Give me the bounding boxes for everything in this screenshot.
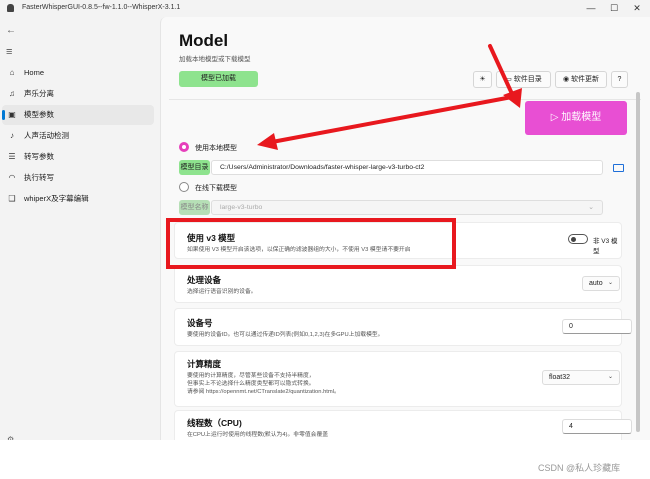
sidebar-item-label: whiperX及字幕编辑 xyxy=(24,194,89,203)
github-icon: ◉ xyxy=(562,76,570,83)
sidebar-item-label: 声乐分离 xyxy=(24,89,54,98)
device-id-input[interactable]: 0 xyxy=(562,319,632,334)
page-subtitle: 加载本地模型或下载模型 xyxy=(179,56,251,63)
app-icon xyxy=(7,4,14,12)
software-dir-button[interactable]: ▭ 软件目录 xyxy=(496,71,551,88)
vocal-separation-icon: ♫ xyxy=(9,89,15,98)
setting-desc: 在CPU上运行时使用的线程数(默认为4)。非零值会覆盖 xyxy=(187,432,329,438)
window-title: FasterWhisperGUI-0.8.5--fw-1.1.0--Whispe… xyxy=(22,4,181,11)
device-value: auto xyxy=(589,280,603,287)
model-loaded-status[interactable]: 模型已加载 xyxy=(179,71,258,87)
setting-card-device-id: 设备号 要使用的设备ID。也可以通过传递ID列表(例如0,1,2,3)在多GPU… xyxy=(174,308,632,346)
setting-title: 处理设备 xyxy=(187,275,222,285)
setting-desc-line: 请参阅 https://opennmt.net/CTranslate2/quan… xyxy=(187,389,340,395)
setting-card-precision: 计算精度 要使用的计算精度，尽管某些设备不支持半精度， 但事实上不论选择什么精度… xyxy=(174,351,622,407)
chevron-down-icon: ⌄ xyxy=(607,374,613,380)
threads-input[interactable]: 4 xyxy=(562,419,632,434)
setting-desc: 如果使用 V3 模型开启该选项，以保正确的滤波器组的大小，不使用 V3 模型请不… xyxy=(187,247,411,253)
sidebar-item-whisperx-subtitle[interactable]: ❑ whiperX及字幕编辑 xyxy=(2,189,154,209)
model-name-select: large-v3-turbo ⌄ xyxy=(211,200,603,215)
watermark: CSDN @私人珍藏库 xyxy=(538,463,621,473)
sidebar-item-label: 人声活动检测 xyxy=(24,131,69,140)
precision-select[interactable]: float32 ⌄ xyxy=(542,370,620,385)
subtitle-edit-icon: ❑ xyxy=(8,194,16,203)
online-model-label: 在线下载模型 xyxy=(195,185,237,192)
local-model-label: 使用本地模型 xyxy=(195,145,237,152)
model-name-button: 模型名称 xyxy=(179,200,210,215)
model-name-value: large-v3-turbo xyxy=(220,204,263,211)
minimize-button[interactable]: — xyxy=(584,2,598,14)
sidebar-item-model-params[interactable]: ▣ 模型参数 xyxy=(2,105,154,125)
setting-card-device: 处理设备 选择运行语音识别的设备。 auto ⌄ xyxy=(174,265,622,303)
help-button[interactable]: ? xyxy=(611,71,628,88)
load-model-label: 加载模型 xyxy=(561,112,602,123)
setting-title: 使用 v3 模型 xyxy=(187,233,236,243)
setting-desc: 要使用的设备ID。也可以通过传递ID列表(例如0,1,2,3)在多GPU上加载模… xyxy=(187,332,384,338)
sidebar-item-transcribe-params[interactable]: ☰ 转写参数 xyxy=(2,147,154,167)
sidebar-item-vad[interactable]: ♪ 人声活动检测 xyxy=(2,126,154,146)
theme-toggle-button[interactable]: ☀ xyxy=(473,71,492,88)
page-title: Model xyxy=(179,31,229,50)
setting-desc-line: 但事实上不论选择什么精度类型都可以隐式转换。 xyxy=(187,381,315,387)
sidebar-item-label: 执行转写 xyxy=(24,173,54,182)
sidebar-item-vocal-separation[interactable]: ♫ 声乐分离 xyxy=(2,84,154,104)
device-select[interactable]: auto ⌄ xyxy=(582,276,620,291)
headphones-icon: ◠ xyxy=(8,173,16,182)
setting-card-threads: 线程数（CPU) 在CPU上运行时使用的线程数(默认为4)。非零值会覆盖 4 xyxy=(174,410,632,440)
precision-value: float32 xyxy=(549,374,571,381)
online-model-radio[interactable] xyxy=(179,182,189,192)
v3-toggle[interactable] xyxy=(568,234,588,244)
sidebar-item-label: 转写参数 xyxy=(24,152,54,161)
maximize-button[interactable]: ☐ xyxy=(607,2,621,14)
main-panel: Model 加载本地模型或下载模型 模型已加载 ☀ ▭ 软件目录 ◉ 软件更新 … xyxy=(160,17,650,440)
setting-desc-line: 要使用的计算精度，尽管某些设备不支持半精度， xyxy=(187,373,315,379)
sidebar-item-label: Home xyxy=(24,68,45,77)
software-dir-label: 软件目录 xyxy=(513,76,542,83)
menu-icon[interactable]: ≡ xyxy=(6,46,12,58)
software-update-label: 软件更新 xyxy=(571,76,600,83)
software-update-button[interactable]: ◉ 软件更新 xyxy=(555,71,607,88)
chevron-down-icon: ⌄ xyxy=(588,204,594,211)
close-button[interactable]: ✕ xyxy=(630,2,644,14)
divider xyxy=(169,99,641,100)
title-bar: FasterWhisperGUI-0.8.5--fw-1.1.0--Whispe… xyxy=(0,0,650,17)
scrollbar[interactable] xyxy=(636,92,640,432)
toggle-knob xyxy=(571,237,576,242)
app-window: FasterWhisperGUI-0.8.5--fw-1.1.0--Whispe… xyxy=(0,0,650,440)
local-model-radio[interactable] xyxy=(179,142,189,152)
setting-title: 线程数（CPU) xyxy=(187,418,242,428)
play-icon: ▷ xyxy=(550,112,559,123)
setting-title: 设备号 xyxy=(187,318,213,328)
sidebar: ← ≡ ⌂ Home ♫ 声乐分离 ▣ 模型参数 ♪ 人声活动检测 ☰ 转写参数… xyxy=(0,17,160,440)
sidebar-item-label: 模型参数 xyxy=(24,110,54,119)
model-dir-input[interactable]: C:/Users/Administrator/Downloads/faster-… xyxy=(211,160,603,175)
transcribe-params-icon: ☰ xyxy=(8,152,16,161)
home-icon: ⌂ xyxy=(9,68,15,77)
v3-toggle-label: 非 V3 模型 xyxy=(593,238,618,255)
model-dir-button[interactable]: 模型目录 xyxy=(179,160,210,175)
model-icon: ▣ xyxy=(8,110,16,119)
sidebar-item-home[interactable]: ⌂ Home xyxy=(2,63,154,83)
voice-activity-icon: ♪ xyxy=(10,131,14,140)
setting-card-v3: 使用 v3 模型 如果使用 V3 模型开启该选项，以保正确的滤波器组的大小，不使… xyxy=(174,222,622,259)
setting-desc: 选择运行语音识别的设备。 xyxy=(187,289,257,295)
folder-icon: ▭ xyxy=(505,76,512,83)
chevron-down-icon: ⌄ xyxy=(607,280,613,286)
load-model-button[interactable]: ▷ 加载模型 xyxy=(525,101,627,135)
settings-icon[interactable]: ⚙ xyxy=(7,435,14,440)
back-button[interactable]: ← xyxy=(6,25,16,36)
setting-title: 计算精度 xyxy=(187,359,222,369)
folder-browse-icon[interactable] xyxy=(613,164,624,172)
sidebar-item-run-transcribe[interactable]: ◠ 执行转写 xyxy=(2,168,154,188)
sun-icon: ☀ xyxy=(479,76,486,83)
